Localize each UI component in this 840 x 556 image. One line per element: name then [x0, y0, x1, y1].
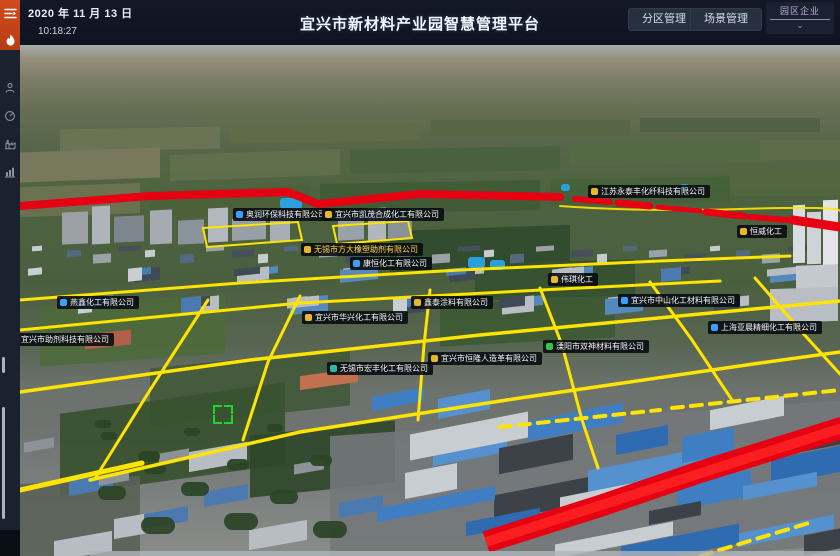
dropdown-label: 园区企业	[768, 4, 832, 17]
road-line	[575, 199, 610, 202]
road-line	[750, 217, 788, 220]
company-label[interactable]: 鑫泰涂料有限公司	[411, 296, 493, 309]
road-line	[243, 296, 300, 440]
company-label-text: 伟琪化工	[561, 274, 593, 285]
company-icon	[60, 299, 67, 306]
company-label-text: 燕鑫化工有限公司	[70, 297, 134, 308]
company-label[interactable]: 宜兴市恒隆人造革有限公司	[428, 352, 542, 365]
company-icon	[414, 299, 421, 306]
company-icon	[546, 343, 553, 350]
company-label-text: 宜兴市中山化工材料有限公司	[631, 295, 735, 306]
selection-brackets	[213, 405, 233, 424]
company-label[interactable]: 奥润环保科技有限公司	[233, 208, 331, 221]
company-label-text: 无锡市宏丰化工有限公司	[340, 363, 428, 374]
company-label[interactable]: 恒威化工	[737, 225, 787, 238]
road-line	[486, 427, 840, 542]
company-icon	[236, 211, 243, 218]
company-label-text: 溧阳市双神材料有限公司	[556, 341, 644, 352]
company-icon	[591, 188, 598, 195]
sidebar-brand-block	[0, 0, 20, 50]
road-line	[793, 220, 840, 227]
scene-management-button[interactable]: 场景管理	[690, 8, 762, 31]
company-label-text: 江苏永泰丰化纤科技有限公司	[601, 186, 705, 197]
map-3d-view[interactable]: 奥润环保科技有限公司宜兴市凯茂合成化工有限公司无锡市方大橡塑助剂有限公司康恒化工…	[20, 45, 840, 556]
chevron-down-icon: ⌄	[768, 21, 832, 30]
company-label-text: 宜兴市凯茂合成化工有限公司	[335, 209, 439, 220]
company-label-text: 恒威化工	[750, 226, 782, 237]
company-icon	[621, 297, 628, 304]
company-label-text: 宜兴市助剂科技有限公司	[21, 334, 109, 345]
company-icon	[353, 260, 360, 267]
company-label-text: 康恒化工有限公司	[363, 258, 427, 269]
header-bar: 2020 年 11 月 13 日 10:18:27 宜兴市新材料产业园智慧管理平…	[0, 0, 840, 45]
flame-icon[interactable]	[0, 32, 20, 51]
map-bottom-strip	[90, 551, 840, 556]
menu-icon[interactable]	[0, 4, 20, 23]
app-window: 2020 年 11 月 13 日 10:18:27 宜兴市新材料产业园智慧管理平…	[0, 0, 840, 556]
gauge-icon[interactable]	[0, 105, 20, 127]
sidebar-footer-block	[0, 530, 20, 556]
road-line	[203, 222, 302, 247]
road-line	[333, 221, 412, 244]
road-line	[618, 203, 650, 206]
company-icon	[431, 355, 438, 362]
company-icon	[304, 246, 311, 253]
factory-icon[interactable]	[0, 133, 20, 155]
person-icon[interactable]	[0, 77, 20, 99]
company-icon	[325, 211, 332, 218]
company-label[interactable]: 燕鑫化工有限公司	[57, 296, 139, 309]
company-label[interactable]: 无锡市宏丰化工有限公司	[327, 362, 433, 375]
company-label[interactable]: 溧阳市双神材料有限公司	[543, 340, 649, 353]
panel-handle[interactable]	[2, 357, 5, 373]
road-line	[706, 212, 744, 216]
company-label-text: 鑫泰涂料有限公司	[424, 297, 488, 308]
panel-handle[interactable]	[2, 407, 5, 519]
company-label[interactable]: 康恒化工有限公司	[350, 257, 432, 270]
company-label[interactable]: 宜兴市助剂科技有限公司	[20, 333, 114, 346]
company-label-text: 奥润环保科技有限公司	[246, 209, 326, 220]
company-label[interactable]: 宜兴市华兴化工有限公司	[302, 311, 408, 324]
company-label-text: 无锡市方大橡塑助剂有限公司	[314, 244, 418, 255]
company-label-text: 宜兴市华兴化工有限公司	[315, 312, 403, 323]
road-line	[672, 390, 840, 408]
company-label[interactable]: 上海亚晨精细化工有限公司	[708, 321, 822, 334]
company-label[interactable]: 宜兴市中山化工材料有限公司	[618, 294, 740, 307]
road-line	[20, 463, 142, 490]
company-label-text: 上海亚晨精细化工有限公司	[721, 322, 817, 333]
company-label-text: 宜兴市恒隆人造革有限公司	[441, 353, 537, 364]
company-label[interactable]: 宜兴市凯茂合成化工有限公司	[322, 208, 444, 221]
company-icon	[711, 324, 718, 331]
road-line	[96, 300, 208, 477]
company-icon	[740, 228, 747, 235]
company-label[interactable]: 无锡市方大橡塑助剂有限公司	[301, 243, 423, 256]
road-line	[20, 192, 560, 206]
park-enterprise-dropdown[interactable]: 园区企业 ⌄	[766, 2, 834, 34]
bar-chart-icon[interactable]	[0, 161, 20, 183]
company-label[interactable]: 伟琪化工	[548, 273, 598, 286]
company-icon	[330, 365, 337, 372]
road-line	[540, 288, 598, 468]
company-icon	[551, 276, 558, 283]
company-label[interactable]: 江苏永泰丰化纤科技有限公司	[588, 185, 710, 198]
company-icon	[305, 314, 312, 321]
